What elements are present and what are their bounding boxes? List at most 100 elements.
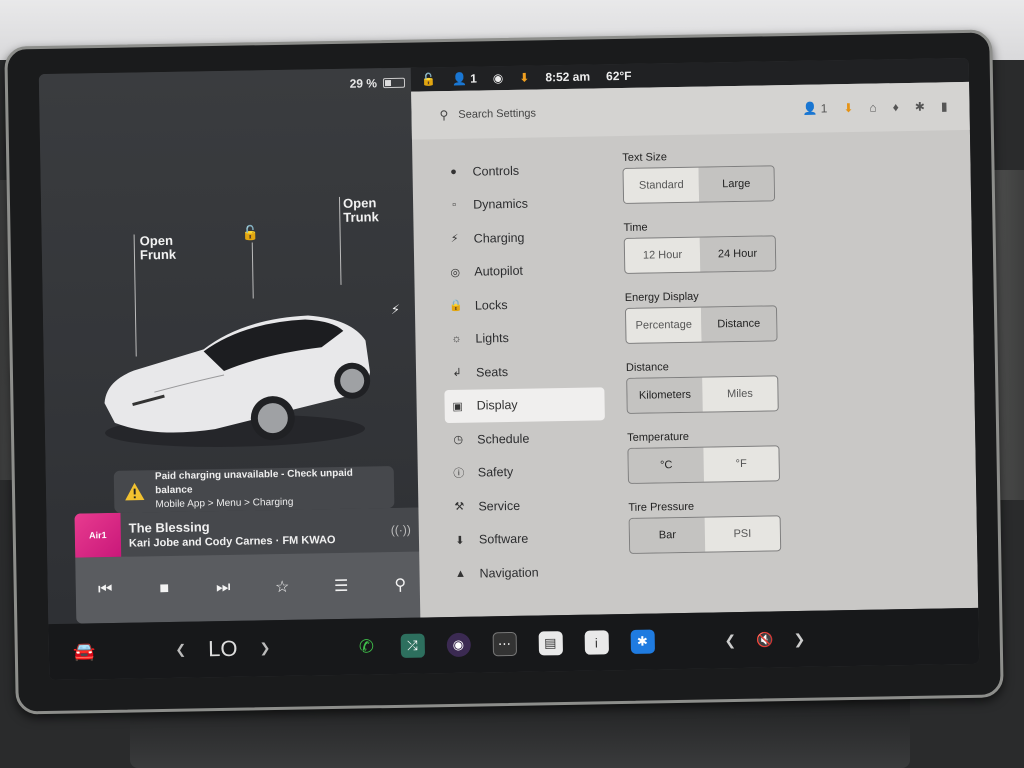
track-title: The Blessing (128, 518, 210, 536)
open-frunk-label-2: Frunk (139, 246, 177, 263)
time-label: Time (623, 221, 648, 234)
settings-menu-display[interactable]: ▣ Display (444, 386, 605, 424)
settings-search[interactable]: ⚲ Search Settings (439, 106, 536, 122)
settings-menu-lights[interactable]: ☼ Lights (443, 320, 604, 356)
settings-menu-navigation[interactable]: ▲ Navigation (447, 554, 608, 590)
bluetooth-status-icon[interactable]: ✱ (915, 100, 925, 114)
tire-pressure-unit-toggle[interactable]: Bar PSI (628, 515, 782, 554)
open-trunk-button[interactable]: Open Trunk (343, 195, 379, 225)
bluetooth-app-icon[interactable]: ✱ (630, 629, 655, 654)
distance-unit-toggle[interactable]: Kilometers Miles (626, 375, 779, 414)
search-icon: ⚲ (439, 108, 449, 123)
tire-pressure-bar[interactable]: Bar (629, 517, 706, 553)
temperature-unit-toggle[interactable]: °C °F (627, 445, 781, 484)
temp-increase-chevron-icon[interactable]: ❯ (259, 640, 270, 656)
settings-menu-safety[interactable]: ⓘ Safety (446, 454, 607, 490)
alert-title: Paid charging unavailable - Check unpaid… (154, 467, 353, 497)
media-player[interactable]: Air1 The Blessing Kari Jobe and Cody Car… (74, 507, 431, 624)
distance-option: Distance Kilometers Miles (626, 358, 827, 431)
settings-menu: ● Controls ▫ Dynamics ⚡ Charging ◎ Autopilot 🔒 Lo… (440, 152, 608, 590)
lock-status-icon[interactable]: 🔓 (421, 72, 436, 86)
equalizer-icon[interactable]: ☰ (321, 576, 361, 597)
download-icon: ⬇ (455, 534, 465, 547)
energy-distance[interactable]: Distance (700, 306, 777, 342)
car-model-image (104, 315, 371, 447)
time-12-hour[interactable]: 12 Hour (624, 237, 701, 273)
climate-temp-setting[interactable]: LO (208, 636, 238, 663)
time-24-hour[interactable]: 24 Hour (699, 236, 776, 272)
settings-menu-label: Schedule (477, 431, 530, 447)
favorite-star-icon[interactable]: ☆ (262, 577, 302, 598)
navigation-icon: ▲ (455, 567, 467, 580)
previous-track-icon[interactable]: ⏮ (85, 581, 125, 600)
tire-pressure-label: Tire Pressure (628, 500, 695, 514)
open-frunk-button[interactable]: Open Frunk (139, 233, 177, 263)
settings-menu-service[interactable]: ⚒ Service (446, 487, 607, 523)
temperature-fahrenheit[interactable]: °F (703, 446, 779, 482)
settings-menu-charging[interactable]: ⚡ Charging (441, 219, 602, 255)
settings-menu-label: Locks (474, 297, 508, 313)
camera-app-icon[interactable]: ◉ (446, 632, 471, 658)
update-download-icon[interactable]: ⬇ (519, 71, 529, 85)
charge-port-icon[interactable]: ⚡ (391, 302, 400, 318)
seat-icon: ↲ (452, 367, 462, 380)
stop-icon[interactable]: ■ (144, 580, 184, 599)
driver-profile-icon[interactable]: 👤 1 (802, 101, 827, 115)
next-track-icon[interactable]: ⏭ (203, 579, 243, 598)
text-size-standard[interactable]: Standard (623, 167, 700, 203)
energy-display-option: Energy Display Percentage Distance (625, 288, 826, 361)
settings-menu-label: Safety (477, 465, 514, 480)
charging-alert[interactable]: Paid charging unavailable - Check unpaid… (113, 466, 395, 513)
temperature-option: Temperature °C °F (627, 428, 828, 501)
search-input[interactable]: Search Settings (458, 107, 536, 120)
energy-display-label: Energy Display (624, 290, 699, 304)
time-format-toggle[interactable]: 12 Hour 24 Hour (623, 235, 777, 274)
text-size-label: Text Size (622, 151, 668, 164)
energy-percentage[interactable]: Percentage (625, 307, 702, 343)
sentry-icon[interactable]: ◉ (493, 71, 504, 85)
lte-signal-icon: ▮ (940, 99, 948, 114)
settings-menu-label: Lights (475, 331, 509, 346)
album-art: Air1 (74, 512, 122, 558)
volume-up-chevron-icon[interactable]: ❯ (793, 630, 805, 647)
software-download-icon[interactable]: ⬇ (843, 101, 853, 115)
energy-display-toggle[interactable]: Percentage Distance (624, 305, 778, 344)
text-size-large[interactable]: Large (698, 166, 775, 202)
temperature-label: Temperature (627, 430, 690, 444)
media-search-icon[interactable]: ⚲ (380, 575, 420, 596)
profile-count: 1 (470, 71, 477, 86)
notification-bell-icon[interactable]: ♦ (893, 100, 899, 114)
temp-decrease-chevron-icon[interactable]: ❮ (175, 642, 186, 658)
open-trunk-label-2: Trunk (343, 209, 379, 225)
homelink-icon[interactable]: ⌂ (869, 101, 876, 115)
battery-indicator: 29 % (350, 76, 406, 91)
settings-menu-seats[interactable]: ↲ Seats (444, 353, 605, 389)
settings-menu-locks[interactable]: 🔒 Locks (443, 286, 604, 322)
settings-menu-label: Navigation (479, 565, 539, 581)
calendar-icon[interactable]: ▤ (538, 631, 563, 656)
car-controls-icon[interactable]: 🚘 (73, 641, 96, 662)
volume-down-chevron-icon[interactable]: ❮ (724, 632, 736, 649)
settings-menu-dynamics[interactable]: ▫ Dynamics (441, 186, 602, 222)
settings-menu-software[interactable]: ⬇ Software (447, 521, 608, 557)
settings-menu-label: Service (478, 498, 521, 514)
phone-icon[interactable]: ✆ (354, 634, 378, 658)
text-size-toggle[interactable]: Standard Large (622, 165, 776, 204)
settings-menu-label: Charging (473, 230, 525, 246)
distance-kilometers[interactable]: Kilometers (627, 377, 703, 413)
driver-profile-count: 1 (820, 101, 828, 116)
tire-pressure-psi[interactable]: PSI (704, 516, 781, 552)
owners-manual-icon[interactable]: i (584, 630, 609, 655)
settings-menu-controls[interactable]: ● Controls (440, 152, 601, 188)
more-apps-icon[interactable]: ⋯ (492, 631, 517, 657)
settings-menu-schedule[interactable]: ◷ Schedule (445, 420, 606, 456)
profile-status[interactable]: 👤 1 (452, 72, 477, 86)
mute-speaker-icon[interactable]: 🔇 (756, 631, 774, 648)
distance-miles[interactable]: Miles (702, 376, 778, 412)
touchscreen: 29 % Open Frunk Open Trunk 🔓 ⚡ Paid char… (38, 57, 980, 681)
shuffle-app-icon[interactable]: ⤮ (400, 633, 425, 658)
unlock-icon[interactable]: 🔓 (241, 224, 259, 241)
temperature-celsius[interactable]: °C (628, 447, 704, 483)
battery-percent: 29 % (349, 76, 378, 91)
settings-menu-autopilot[interactable]: ◎ Autopilot (442, 253, 603, 289)
